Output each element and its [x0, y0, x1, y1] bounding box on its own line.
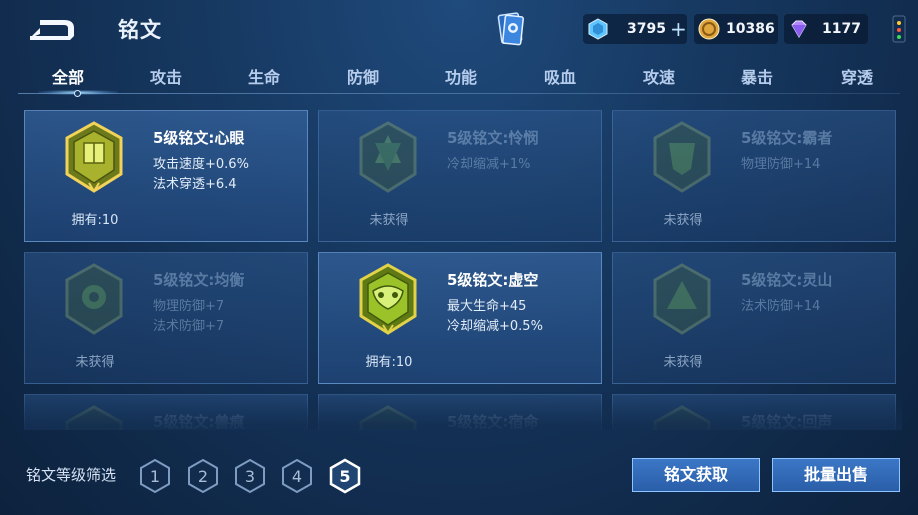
level-filter-1[interactable]: 1	[138, 458, 172, 494]
diamond-value: 1177	[822, 21, 861, 37]
tab-all[interactable]: 全部	[33, 64, 103, 88]
tab-attack[interactable]: 攻击	[131, 64, 201, 88]
rune-card-bazhe[interactable]: 5级铭文:霸者 物理防御+14 未获得	[612, 110, 896, 242]
level-filter-label: 铭文等级筛选	[26, 466, 117, 484]
rune-status: 未获得	[75, 355, 115, 370]
rune-name: 5级铭文:灵山	[741, 271, 833, 289]
rune-emblem-icon	[359, 405, 417, 430]
rune-attr: 法术防御+7	[153, 319, 225, 334]
level-number: 1	[150, 467, 160, 486]
tab-health[interactable]: 生命	[229, 64, 299, 88]
tab-critical[interactable]: 暴击	[722, 64, 792, 88]
rune-name: 5级铭文:虚空	[447, 271, 539, 289]
rune-attr: 冷却缩减+0.5%	[447, 319, 543, 334]
tab-utility[interactable]: 功能	[426, 64, 496, 88]
tab-lifesteal[interactable]: 吸血	[525, 64, 595, 88]
rune-name: 5级铭文:怜悯	[447, 129, 539, 147]
level-filter-2[interactable]: 2	[186, 458, 220, 494]
rune-name: 5级铭文:回声	[741, 413, 833, 430]
rune-card-xukong[interactable]: 5级铭文:虚空 最大生命+45 冷却缩减+0.5% 拥有:10	[318, 252, 602, 384]
rune-card-lingshan[interactable]: 5级铭文:灵山 法术防御+14 未获得	[612, 252, 896, 384]
rune-emblem-icon	[359, 263, 417, 335]
rune-owned-count: 拥有:10	[71, 213, 119, 228]
level-number: 4	[292, 467, 302, 486]
batch-sell-button[interactable]: 批量出售	[772, 458, 900, 492]
gold-counter: 10386	[694, 14, 778, 44]
gold-value: 10386	[726, 21, 775, 37]
rune-attr: 冷却缩减+1%	[447, 157, 531, 172]
rune-grid[interactable]: 5级铭文:心眼 攻击速度+0.6% 法术穿透+6.4 拥有:10 5级铭文:怜悯…	[24, 110, 902, 430]
rune-name: 5级铭文:兽痕	[153, 413, 245, 430]
crystal-counter: 3795 +	[583, 14, 687, 44]
rune-emblem-icon	[65, 121, 123, 193]
top-bar: 铭文 3795 + 10386 1177	[0, 0, 918, 58]
rune-emblem-icon	[653, 121, 711, 193]
rune-card-huisheng[interactable]: 5级铭文:回声	[612, 394, 896, 430]
bottom-bar: 铭文等级筛选 1 2 3 4 5 铭文获取 批量出售	[0, 440, 918, 515]
tab-divider	[18, 93, 900, 94]
rune-attr: 最大生命+45	[447, 299, 527, 314]
rune-emblem-icon	[653, 263, 711, 335]
rune-name: 5级铭文:均衡	[153, 271, 245, 289]
gold-coin-icon	[698, 18, 720, 40]
page-title: 铭文	[118, 18, 162, 42]
category-tabs: 全部 攻击 生命 防御 功能 吸血 攻速 暴击 穿透	[18, 60, 900, 97]
diamond-icon	[791, 20, 807, 38]
rune-attr: 法术穿透+6.4	[153, 177, 237, 192]
level-filter-3[interactable]: 3	[233, 458, 267, 494]
rune-emblem-icon	[65, 263, 123, 335]
rune-card-junheng[interactable]: 5级铭文:均衡 物理防御+7 法术防御+7 未获得	[24, 252, 308, 384]
active-tab-dot	[74, 90, 81, 97]
level-filter-5-selected[interactable]: 5	[328, 458, 362, 494]
rune-card-lianmin[interactable]: 5级铭文:怜悯 冷却缩减+1% 未获得	[318, 110, 602, 242]
rune-card-shouhen[interactable]: 5级铭文:兽痕	[24, 394, 308, 430]
rune-attr: 物理防御+14	[741, 157, 821, 172]
rune-card-xinyan[interactable]: 5级铭文:心眼 攻击速度+0.6% 法术穿透+6.4 拥有:10	[24, 110, 308, 242]
signal-indicator-icon	[892, 15, 906, 43]
diamond-counter: 1177	[784, 14, 868, 44]
tab-penetration[interactable]: 穿透	[822, 64, 892, 88]
rune-attr: 物理防御+7	[153, 299, 225, 314]
rune-name: 5级铭文:宿命	[447, 413, 539, 430]
rune-emblem-icon	[359, 121, 417, 193]
rune-owned-count: 拥有:10	[365, 355, 413, 370]
rune-acquire-button[interactable]: 铭文获取	[632, 458, 760, 492]
rune-book-icon[interactable]	[496, 10, 526, 48]
crystal-value: 3795	[627, 21, 666, 37]
level-filter-4[interactable]: 4	[280, 458, 314, 494]
add-crystal-button[interactable]: +	[670, 19, 687, 39]
level-number: 5	[339, 467, 350, 486]
rune-name: 5级铭文:心眼	[153, 129, 245, 147]
rune-name: 5级铭文:霸者	[741, 129, 833, 147]
rune-status: 未获得	[369, 213, 409, 228]
crystal-icon	[588, 18, 608, 40]
rune-status: 未获得	[663, 213, 703, 228]
level-number: 2	[198, 467, 208, 486]
tab-attack-speed[interactable]: 攻速	[624, 64, 694, 88]
rune-status: 未获得	[663, 355, 703, 370]
rune-emblem-icon	[653, 405, 711, 430]
rune-card-suming[interactable]: 5级铭文:宿命	[318, 394, 602, 430]
rune-attr: 攻击速度+0.6%	[153, 157, 249, 172]
rune-emblem-icon	[65, 405, 123, 430]
rune-attr: 法术防御+14	[741, 299, 821, 314]
tab-defense[interactable]: 防御	[328, 64, 398, 88]
level-number: 3	[245, 467, 255, 486]
back-arrow-icon[interactable]	[26, 14, 78, 44]
